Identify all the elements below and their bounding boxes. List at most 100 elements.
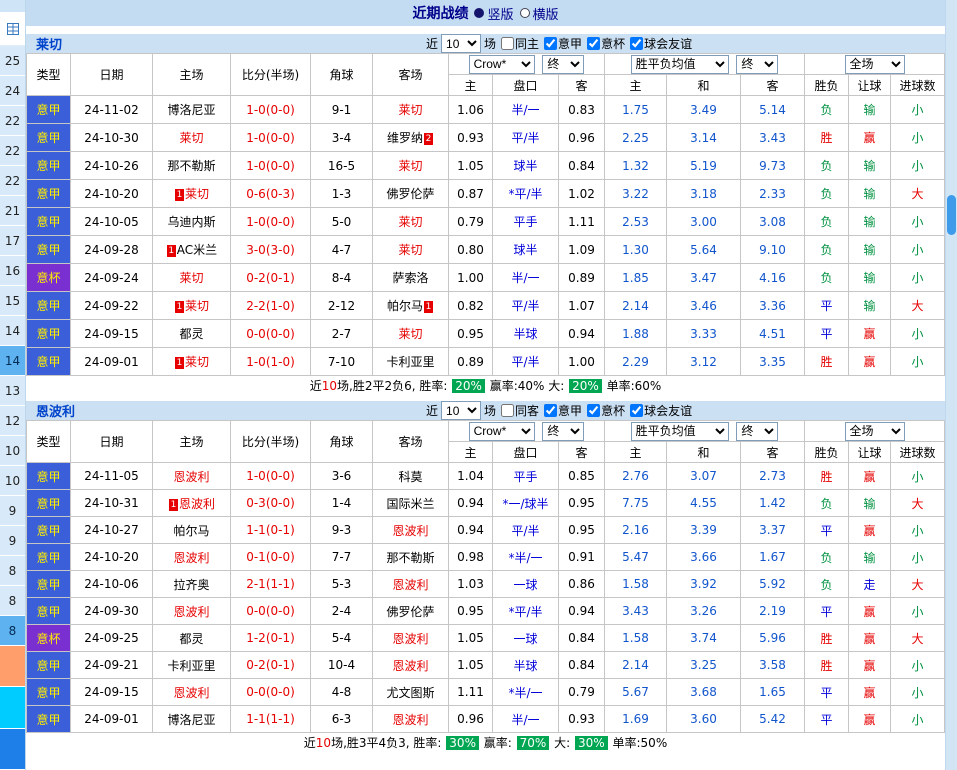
team-label: 恩波利 <box>173 605 209 619</box>
team-label: 恩波利 <box>173 470 209 484</box>
asia-away-odds: 0.95 <box>559 517 605 544</box>
layout-horizontal-label[interactable]: 横版 <box>533 4 559 23</box>
col-asia-home: 主 <box>449 75 493 96</box>
recent-count-select[interactable]: 10 <box>441 34 481 53</box>
asia-handicap: *一/球半 <box>493 490 559 517</box>
footer-stat: 单率:50% <box>609 734 668 751</box>
filter-serie-a[interactable]: 意甲 <box>544 402 582 419</box>
result-cell: 负 <box>805 152 849 180</box>
home-team: 都灵 <box>153 625 231 652</box>
away-team: 国际米兰 <box>373 490 449 517</box>
asia-home-odds: 0.94 <box>449 517 493 544</box>
col-eu-home: 主 <box>605 75 667 96</box>
serie-a-checkbox[interactable] <box>544 37 557 50</box>
sidebar-value-cell: 8 <box>0 616 25 646</box>
scrollbar-thumb[interactable] <box>947 195 956 235</box>
europe-away-odds: 2.73 <box>741 463 805 490</box>
europe-home-odds: 5.67 <box>605 679 667 706</box>
scrollbar[interactable] <box>945 0 957 770</box>
europe-avg-select[interactable]: 胜平负均值 <box>631 422 729 441</box>
odds-company-select[interactable]: Crow* <box>469 55 535 74</box>
col-handicap: 盘口 <box>493 75 559 96</box>
col-score: 比分(半场) <box>231 54 311 96</box>
col-corner: 角球 <box>311 54 373 96</box>
goals-result-cell: 大 <box>891 571 945 598</box>
team-name: 恩波利 <box>26 401 75 420</box>
friendly-checkbox[interactable] <box>630 404 643 417</box>
top-bar: 近期战绩 竖版 横版 <box>26 0 945 26</box>
match-date: 24-09-24 <box>71 264 153 292</box>
coppa-italia-checkbox[interactable] <box>587 37 600 50</box>
filter-coppa-italia[interactable]: 意杯 <box>587 402 625 419</box>
team-label: 都灵 <box>179 632 203 646</box>
asia-away-odds: 1.07 <box>559 292 605 320</box>
away-team: 恩波利 <box>373 571 449 598</box>
filter-serie-a[interactable]: 意甲 <box>544 35 582 52</box>
radio-selected-icon[interactable] <box>474 8 484 18</box>
result-cell: 平 <box>805 292 849 320</box>
corner-count: 4-8 <box>311 679 373 706</box>
away-team: 恩波利 <box>373 652 449 679</box>
filter-friendly[interactable]: 球会友谊 <box>630 402 692 419</box>
europe-home-odds: 2.53 <box>605 208 667 236</box>
filter-friendly[interactable]: 球会友谊 <box>630 35 692 52</box>
goals-result-cell: 小 <box>891 152 945 180</box>
footer-stat: 场,胜2平2负6, 胜率: <box>337 377 451 394</box>
europe-final-select[interactable]: 终 <box>736 55 778 74</box>
friendly-checkbox[interactable] <box>630 37 643 50</box>
odds-final-select[interactable]: 终 <box>542 55 584 74</box>
col-home: 主场 <box>153 421 231 463</box>
asia-handicap: 半/一 <box>493 706 559 733</box>
odds-company-select[interactable]: Crow* <box>469 422 535 441</box>
home-team: 1莱切 <box>153 180 231 208</box>
layout-vertical-label[interactable]: 竖版 <box>487 4 513 23</box>
asia-home-odds: 0.95 <box>449 598 493 625</box>
checkbox-label: 同主 <box>515 35 539 52</box>
serie-a-checkbox[interactable] <box>544 404 557 417</box>
match-row: 意甲24-09-30恩波利0-0(0-0)2-4佛罗伦萨0.95*平/半0.94… <box>27 598 945 625</box>
filter-same-venue[interactable]: 同主 <box>501 35 539 52</box>
europe-avg-select[interactable]: 胜平负均值 <box>631 55 729 74</box>
match-row: 意甲24-09-15都灵0-0(0-0)2-7莱切0.95半球0.941.883… <box>27 320 945 348</box>
same-venue-checkbox[interactable] <box>501 404 514 417</box>
filter-same-venue[interactable]: 同客 <box>501 402 539 419</box>
recent-count-select[interactable]: 10 <box>441 401 481 420</box>
scope-select[interactable]: 全场 <box>845 422 905 441</box>
europe-final-select[interactable]: 终 <box>736 422 778 441</box>
filter-coppa-italia[interactable]: 意杯 <box>587 35 625 52</box>
col-score: 比分(半场) <box>231 421 311 463</box>
layout-option-vertical[interactable]: 竖版 <box>474 4 513 23</box>
asia-away-odds: 0.84 <box>559 625 605 652</box>
europe-away-odds: 3.43 <box>741 124 805 152</box>
corner-count: 7-7 <box>311 544 373 571</box>
asia-away-odds: 0.84 <box>559 152 605 180</box>
competition-badge: 意杯 <box>27 264 71 292</box>
sidebar-top-cell[interactable] <box>0 12 25 46</box>
layout-option-horizontal[interactable]: 横版 <box>520 4 559 23</box>
odds-final-select[interactable]: 终 <box>542 422 584 441</box>
europe-draw-odds: 3.74 <box>667 625 741 652</box>
handicap-result-cell: 赢 <box>849 463 891 490</box>
scope-select[interactable]: 全场 <box>845 55 905 74</box>
near-label: 近 <box>426 402 438 419</box>
footer-stat: 单率:60% <box>603 377 662 394</box>
europe-draw-odds: 3.33 <box>667 320 741 348</box>
handicap-result-cell: 赢 <box>849 348 891 376</box>
asia-away-odds: 1.11 <box>559 208 605 236</box>
europe-odds-group: 胜平负均值 终 <box>605 421 805 442</box>
handicap-result-cell: 输 <box>849 180 891 208</box>
europe-away-odds: 1.67 <box>741 544 805 571</box>
radio-unselected-icon[interactable] <box>520 8 530 18</box>
away-team: 莱切 <box>373 96 449 124</box>
europe-draw-odds: 3.47 <box>667 264 741 292</box>
away-team: 莱切 <box>373 152 449 180</box>
same-venue-checkbox[interactable] <box>501 37 514 50</box>
match-row: 意甲24-10-26那不勒斯1-0(0-0)16-5莱切1.05球半0.841.… <box>27 152 945 180</box>
team-section-lecce: 莱切 近 10 场 同主 意甲 <box>26 34 945 395</box>
footer-stat: 30% <box>446 736 479 750</box>
coppa-italia-checkbox[interactable] <box>587 404 600 417</box>
corner-count: 6-3 <box>311 706 373 733</box>
col-handicap-result: 让球 <box>849 442 891 463</box>
asia-handicap: 半/一 <box>493 264 559 292</box>
competition-badge: 意甲 <box>27 124 71 152</box>
